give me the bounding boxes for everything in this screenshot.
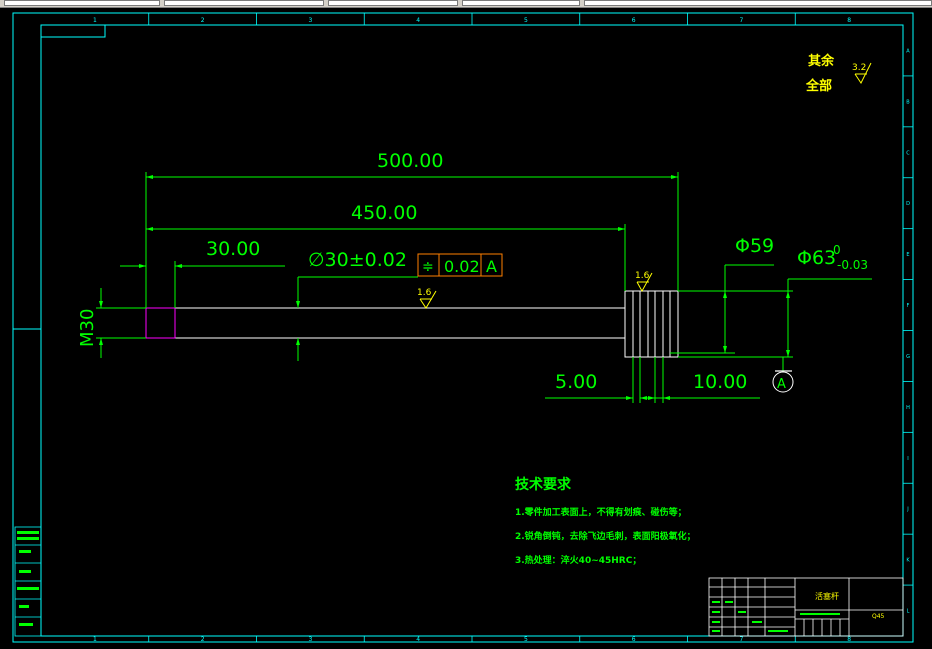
row-label-K: K (906, 558, 910, 564)
column-label-bottom-3: 3 (308, 636, 312, 643)
dim-rod-length: 450.00 (351, 202, 417, 224)
row-label-E: E (906, 252, 909, 258)
tech-item-1: 1.零件加工表面上，不得有划痕、碰伤等； (515, 506, 687, 518)
dim-thread: M30 (77, 309, 98, 347)
surface-note: 其余 全部 3.2 (805, 53, 872, 94)
plotstyle-dropdown[interactable] (584, 0, 932, 6)
column-label-top-4: 4 (416, 17, 420, 24)
title-code: Q45 (872, 613, 885, 620)
column-label-top-6: 6 (632, 17, 636, 24)
column-label-bottom-7: 7 (739, 636, 743, 643)
dimensions (96, 172, 872, 403)
color-dropdown[interactable] (164, 0, 324, 6)
dim-thread-length: 30.00 (206, 238, 260, 260)
row-label-D: D (906, 201, 910, 207)
row-label-B: B (906, 99, 910, 105)
head-roughness: 1.6 (635, 271, 653, 293)
column-label-bottom-6: 6 (632, 636, 636, 643)
column-label-top-8: 8 (847, 17, 851, 24)
tolerance-value: 0.02 (444, 257, 480, 276)
tolerance-frame: ≑ 0.02 A (417, 253, 503, 277)
row-label-L: L (907, 609, 910, 615)
tech-item-3: 3.热处理：淬火40~45HRC； (515, 554, 641, 566)
surface-note-line1: 其余 (808, 53, 835, 69)
column-markers: 1 1 2 2 3 3 4 4 5 5 6 6 7 7 8 8 (93, 13, 851, 643)
tolerance-datum: A (486, 257, 497, 276)
surface-note-line2: 全部 (805, 78, 832, 94)
column-label-top-7: 7 (739, 17, 743, 24)
dim-diameter-63-lower: -0.03 (837, 258, 868, 272)
row-label-F: F (907, 303, 910, 309)
arrowheads (99, 175, 790, 400)
column-label-bottom-2: 2 (201, 636, 205, 643)
title-part-name: 活塞杆 (815, 591, 839, 601)
rod-roughness-value: 1.6 (417, 288, 432, 298)
dim-diameter-63: Φ63 (797, 247, 836, 269)
side-table (14, 526, 42, 637)
row-markers: A B C D E F G H I J K L (903, 48, 913, 615)
column-label-top-1: 1 (93, 17, 97, 24)
border-frame (12, 12, 914, 643)
dim-groove-width: 5.00 (555, 371, 597, 393)
row-label-I: I (907, 456, 908, 462)
surface-roughness-value: 3.2 (852, 63, 866, 73)
column-label-top-2: 2 (201, 17, 205, 24)
part-outline (145, 290, 679, 358)
datum-marker: A (772, 371, 794, 393)
tech-title: 技术要求 (515, 476, 572, 493)
row-label-J: J (906, 507, 908, 513)
drawing-canvas[interactable]: 1 1 2 2 3 3 4 4 5 5 6 6 7 7 8 8 A B C D E F G H I J K L 其余 全部 3.2 (0, 7, 932, 649)
column-label-bottom-5: 5 (524, 636, 528, 643)
rod-roughness: 1.6 (417, 288, 437, 309)
row-label-H: H (906, 405, 910, 411)
dim-diameter-63-upper: 0 (833, 243, 841, 257)
column-label-bottom-8: 8 (847, 636, 851, 643)
column-label-top-3: 3 (308, 17, 312, 24)
layer-dropdown[interactable] (4, 0, 160, 6)
dim-head-width: 10.00 (693, 371, 747, 393)
dim-rod-diameter: ∅30±0.02 (308, 249, 407, 271)
lineweight-dropdown[interactable] (462, 0, 580, 6)
dim-diameter-59: Φ59 (735, 235, 774, 257)
tech-requirements: 技术要求 1.零件加工表面上，不得有划痕、碰伤等； 2.锐角倒钝，去除飞边毛刺，… (515, 476, 696, 566)
column-label-top-5: 5 (524, 17, 528, 24)
symmetry-symbol-icon: ≑ (422, 259, 434, 275)
title-block (708, 577, 904, 637)
corner-tag (40, 24, 106, 38)
inner-border (40, 24, 904, 637)
dim-total-length: 500.00 (377, 150, 443, 172)
column-label-bottom-4: 4 (416, 636, 420, 643)
head-roughness-value: 1.6 (635, 271, 650, 281)
outer-border (12, 12, 914, 643)
thread-region (145, 307, 176, 339)
linetype-dropdown[interactable] (328, 0, 458, 6)
row-label-G: G (906, 354, 910, 360)
datum-label: A (777, 377, 786, 392)
row-label-C: C (906, 150, 910, 156)
row-label-A: A (906, 48, 910, 54)
column-label-bottom-1: 1 (93, 636, 97, 643)
tech-item-2: 2.锐角倒钝，去除飞边毛刺，表面阳极氧化； (515, 530, 696, 542)
